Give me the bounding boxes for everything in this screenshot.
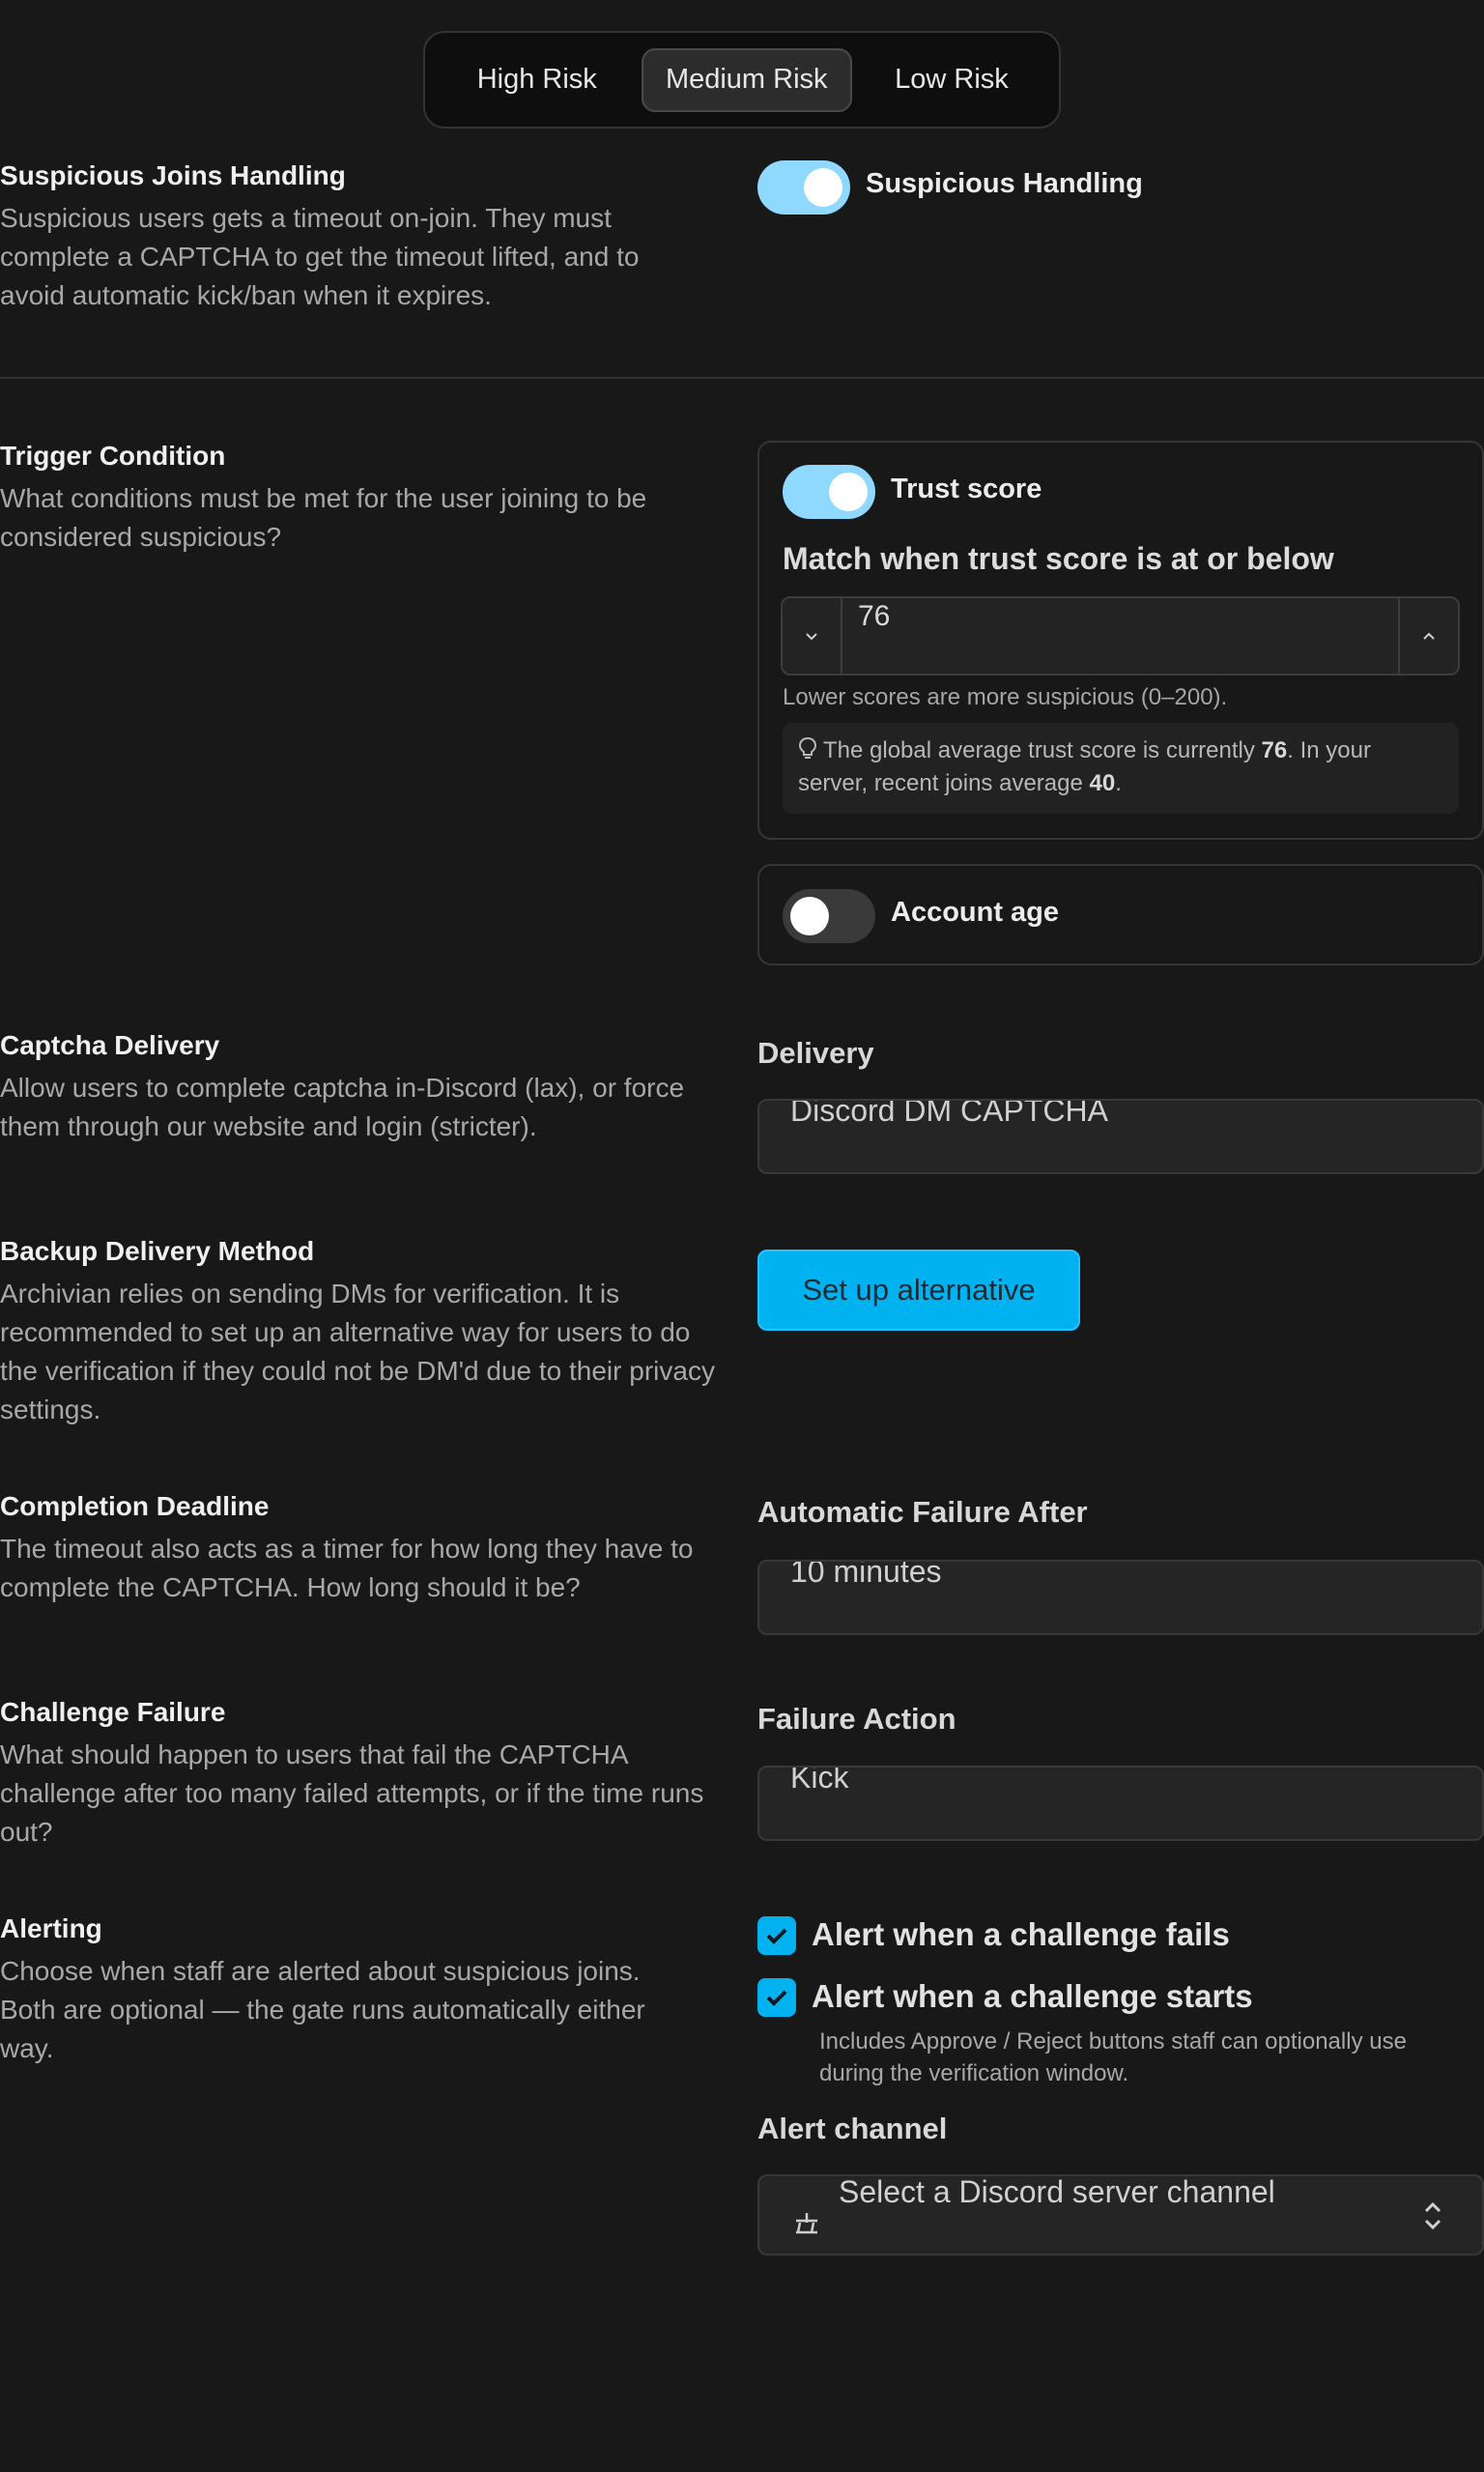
check-icon [766,1928,787,1944]
trust-score-info: The global average trust score is curren… [783,723,1459,814]
info-prefix: The global average trust score is curren… [823,737,1262,763]
risk-level-selector: High Risk Medium Risk Low Risk [423,31,1061,129]
lightbulb-icon [798,736,817,759]
alert-starts-checkbox[interactable] [757,1978,796,2017]
account-age-label: Account age [891,897,1060,928]
suspicious-description: Suspicious users gets a timeout on-join.… [0,203,640,310]
channel-hash-icon [796,2213,817,2234]
alert-channel-select[interactable]: Select a Discord server channel [757,2174,1484,2256]
section-divider [0,377,1484,379]
failure-value: Kick [790,1766,849,1795]
failure-heading: Failure Action [757,1702,956,1736]
recent-average-value: 40 [1089,770,1116,796]
chevron-up-icon [1423,632,1435,640]
alert-fails-checkbox[interactable] [757,1916,796,1955]
backup-title: Backup Delivery Method [0,1236,315,1266]
suspicious-handling-label: Suspicious Handling [866,168,1143,199]
alerting-title: Alerting [0,1913,102,1943]
global-average-value: 76 [1261,737,1288,763]
alert-starts-label: Alert when a challenge starts [812,1978,1253,2014]
suspicious-handling-toggle[interactable] [757,160,850,215]
tab-high-risk[interactable]: High Risk [441,48,634,112]
delivery-heading: Delivery [757,1036,874,1070]
deadline-select[interactable]: 10 minutes [757,1560,1484,1635]
alert-channel-placeholder: Select a Discord server channel [839,2174,1275,2209]
deadline-value: 10 minutes [790,1560,942,1589]
failure-title: Challenge Failure [0,1697,226,1727]
delivery-select[interactable]: Discord DM CAPTCHA [757,1099,1484,1174]
deadline-description: The timeout also acts as a timer for how… [0,1534,694,1602]
alerting-description: Choose when staff are alerted about susp… [0,1956,645,2063]
chevron-down-icon [806,633,817,641]
chevron-updown-icon [1424,2201,1441,2230]
trust-score-heading: Match when trust score is at or below [783,541,1334,576]
setup-alternative-button[interactable]: Set up alternative [757,1250,1080,1331]
delivery-description: Allow users to complete captcha in-Disco… [0,1073,685,1141]
increment-button[interactable] [1398,598,1458,674]
suspicious-title: Suspicious Joins Handling [0,160,346,190]
toggle-knob [790,897,829,935]
toggle-knob [804,168,842,207]
alert-starts-hint: Includes Approve / Reject buttons staff … [819,2028,1407,2086]
trust-score-hint: Lower scores are more suspicious (0–200)… [783,684,1228,710]
alert-fails-label: Alert when a challenge fails [812,1916,1230,1952]
deadline-title: Completion Deadline [0,1491,270,1521]
tab-low-risk[interactable]: Low Risk [860,48,1043,112]
info-suffix: . [1115,770,1122,796]
toggle-knob [829,473,868,511]
trust-score-label: Trust score [891,474,1042,504]
backup-description: Archivian relies on sending DMs for veri… [0,1279,715,1424]
deadline-heading: Automatic Failure After [757,1495,1088,1529]
failure-select[interactable]: Kick [757,1766,1484,1841]
trust-score-input[interactable]: 76 [858,600,890,633]
tab-medium-risk[interactable]: Medium Risk [641,47,852,112]
check-icon [766,1990,787,2006]
failure-description: What should happen to users that fail th… [0,1739,704,1847]
trust-score-stepper: 76 [781,596,1460,675]
trigger-description: What conditions must be met for the user… [0,483,647,552]
trigger-title: Trigger Condition [0,441,226,471]
account-age-toggle[interactable] [783,889,875,943]
trust-score-toggle[interactable] [783,465,875,519]
settings-page: High Risk Medium Risk Low Risk Suspiciou… [0,0,1484,2472]
delivery-title: Captcha Delivery [0,1030,220,1060]
alert-channel-heading: Alert channel [757,2112,948,2145]
delivery-value: Discord DM CAPTCHA [790,1099,1108,1128]
decrement-button[interactable] [783,598,842,674]
